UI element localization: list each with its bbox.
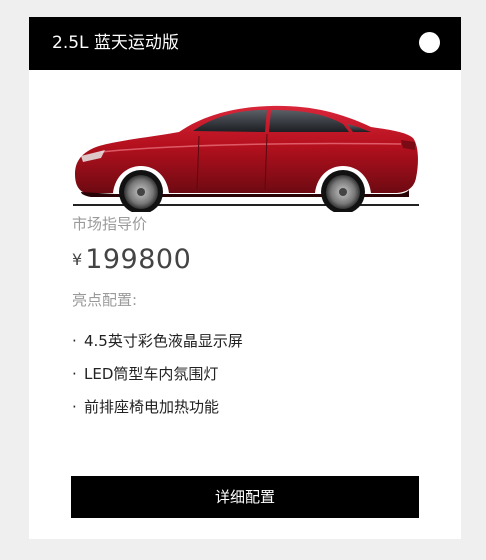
features-list: · 4.5英寸彩色液晶显示屏 · LED筒型车内氛围灯 · 前排座椅电加热功能	[72, 330, 243, 429]
price-label: 市场指导价	[72, 215, 148, 233]
feature-text: 前排座椅电加热功能	[84, 398, 220, 416]
toggle-dot-icon[interactable]	[419, 32, 440, 53]
bullet: ·	[72, 365, 77, 383]
price-currency: ¥	[72, 250, 83, 269]
price: ¥199800	[72, 243, 191, 277]
trim-title: 2.5L 蓝天运动版	[52, 33, 179, 53]
feature-text: LED筒型车内氛围灯	[84, 365, 219, 383]
feature-text: 4.5英寸彩色液晶显示屏	[84, 332, 243, 350]
car-image	[73, 105, 419, 212]
bullet: ·	[72, 332, 77, 350]
price-value: 199800	[85, 244, 192, 275]
feature-item: · 4.5英寸彩色液晶显示屏	[72, 330, 243, 352]
bullet: ·	[72, 398, 77, 416]
card-header: 2.5L 蓝天运动版	[29, 17, 461, 70]
feature-item: · LED筒型车内氛围灯	[72, 363, 243, 385]
feature-item: · 前排座椅电加热功能	[72, 396, 243, 418]
trim-card: 2.5L 蓝天运动版 市场指导价 ¥ 199800 亮点配置: · 4.5英寸彩…	[29, 17, 461, 539]
features-label: 亮点配置:	[72, 291, 138, 309]
detail-config-button[interactable]: 详细配置	[71, 476, 419, 518]
